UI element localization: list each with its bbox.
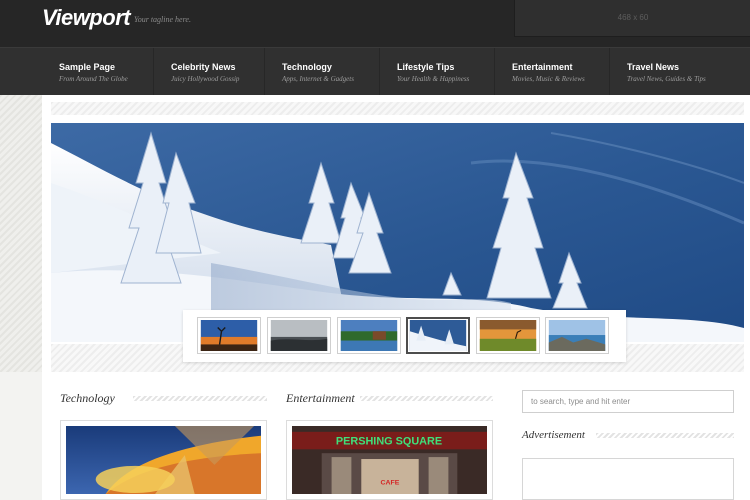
nav-item-sample-page[interactable]: Sample Page From Around The Globe (42, 48, 154, 96)
misty-shore-thumbnail[interactable] (267, 317, 331, 354)
lake-cabin-icon (340, 320, 398, 351)
meadow-sunset-thumbnail[interactable] (476, 317, 540, 354)
slider-thumbnails (183, 310, 626, 362)
site-tagline: Your tagline here. (134, 15, 191, 24)
nav-item-title: Technology (282, 62, 332, 72)
header-ad-banner[interactable]: 468 x 60 (514, 0, 750, 37)
section-rule (133, 396, 267, 401)
main-navigation: Sample Page From Around The Globe Celebr… (0, 47, 750, 96)
left-texture-strip (0, 95, 42, 372)
nav-item-travel-news[interactable]: Travel News Travel News, Guides & Tips (610, 48, 750, 96)
pershing-square-image: PERSHING SQUARE CAFE (292, 426, 487, 494)
nav-item-title: Celebrity News (171, 62, 236, 72)
nav-item-subtitle: Movies, Music & Reviews (512, 75, 585, 83)
technology-card-image[interactable] (60, 420, 267, 500)
nav-item-subtitle: Juicy Hollywood Gossip (171, 75, 240, 83)
nav-item-title: Lifestyle Tips (397, 62, 455, 72)
nav-item-subtitle: Travel News, Guides & Tips (627, 75, 706, 83)
sunset-tree-thumbnail[interactable] (197, 317, 261, 354)
snowy-trees-thumbnail[interactable] (406, 317, 470, 354)
nav-item-celebrity-news[interactable]: Celebrity News Juicy Hollywood Gossip (154, 48, 265, 96)
header-ad-label: 468 x 60 (617, 13, 649, 22)
nav-item-lifestyle-tips[interactable]: Lifestyle Tips Your Health & Happiness (380, 48, 495, 96)
entertainment-card-image[interactable]: PERSHING SQUARE CAFE (286, 420, 493, 500)
nav-item-subtitle: Your Health & Happiness (397, 75, 470, 83)
pershing-square-sign: PERSHING SQUARE (336, 436, 442, 448)
architecture-night-image (66, 426, 261, 494)
sunset-tree-icon (200, 320, 258, 351)
misty-shore-icon (270, 320, 328, 351)
nav-item-title: Travel News (627, 62, 680, 72)
nav-item-entertainment[interactable]: Entertainment Movies, Music & Reviews (495, 48, 610, 96)
site-logo[interactable]: Viewport (42, 5, 131, 31)
section-title-entertainment: Entertainment (286, 391, 355, 405)
section-rule (596, 433, 734, 438)
cafe-sign: CAFE (381, 479, 400, 486)
advertisement-box[interactable] (522, 458, 734, 500)
coast-rocks-icon (548, 320, 606, 351)
coast-rocks-thumbnail[interactable] (545, 317, 609, 354)
search-input[interactable] (522, 390, 734, 413)
snowy-trees-icon (409, 320, 467, 351)
nav-item-technology[interactable]: Technology Apps, Internet & Gadgets (265, 48, 380, 96)
lake-cabin-thumbnail[interactable] (337, 317, 401, 354)
advertisement-title: Advertisement (522, 429, 585, 441)
nav-item-subtitle: Apps, Internet & Gadgets (282, 75, 354, 83)
nav-item-title: Entertainment (512, 62, 573, 72)
section-title-technology: Technology (60, 391, 115, 405)
section-rule (360, 396, 493, 401)
meadow-sunset-icon (479, 320, 537, 351)
site-header: Viewport Your tagline here. 468 x 60 (0, 0, 750, 47)
nav-item-subtitle: From Around The Globe (59, 75, 128, 83)
hatch-divider-top (51, 102, 744, 115)
nav-item-title: Sample Page (59, 62, 116, 72)
